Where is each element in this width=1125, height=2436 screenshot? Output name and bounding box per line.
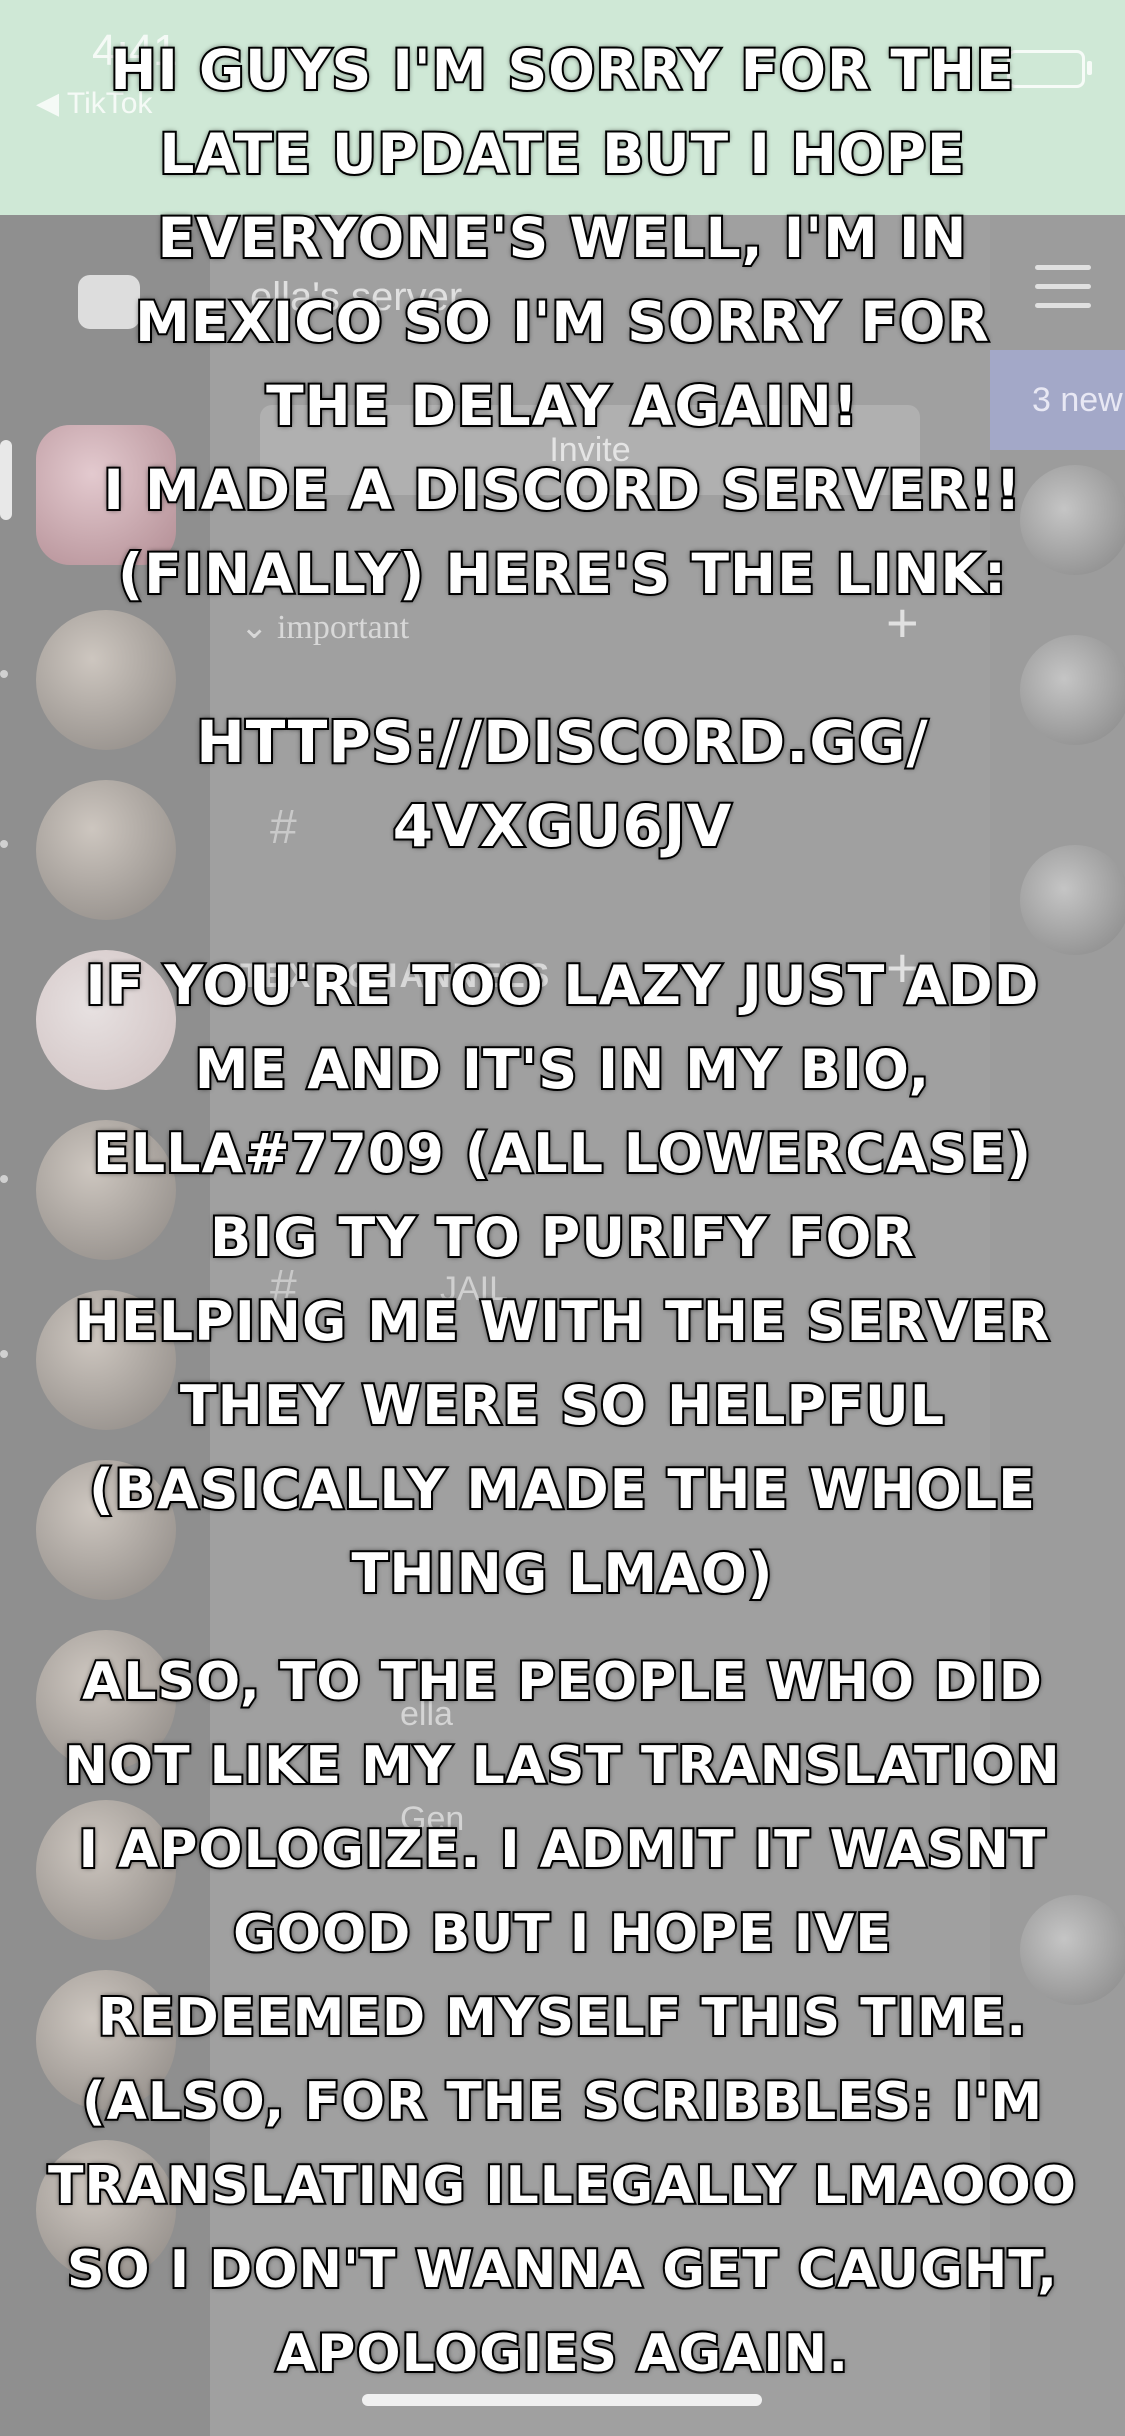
announcement-apology: Also, to the people who did not like my …: [46, 1650, 1078, 2386]
discord-invite-link[interactable]: https://discord.gg/ 4vxgu6jv: [0, 700, 1125, 868]
announcement-intro: Hi guys I'm sorry for the late update bu…: [101, 36, 1022, 608]
announcement-overlay: Hi guys I'm sorry for the late update bu…: [0, 0, 1125, 2436]
announcement-contact: If you're too lazy just add me and it's …: [73, 952, 1052, 1607]
